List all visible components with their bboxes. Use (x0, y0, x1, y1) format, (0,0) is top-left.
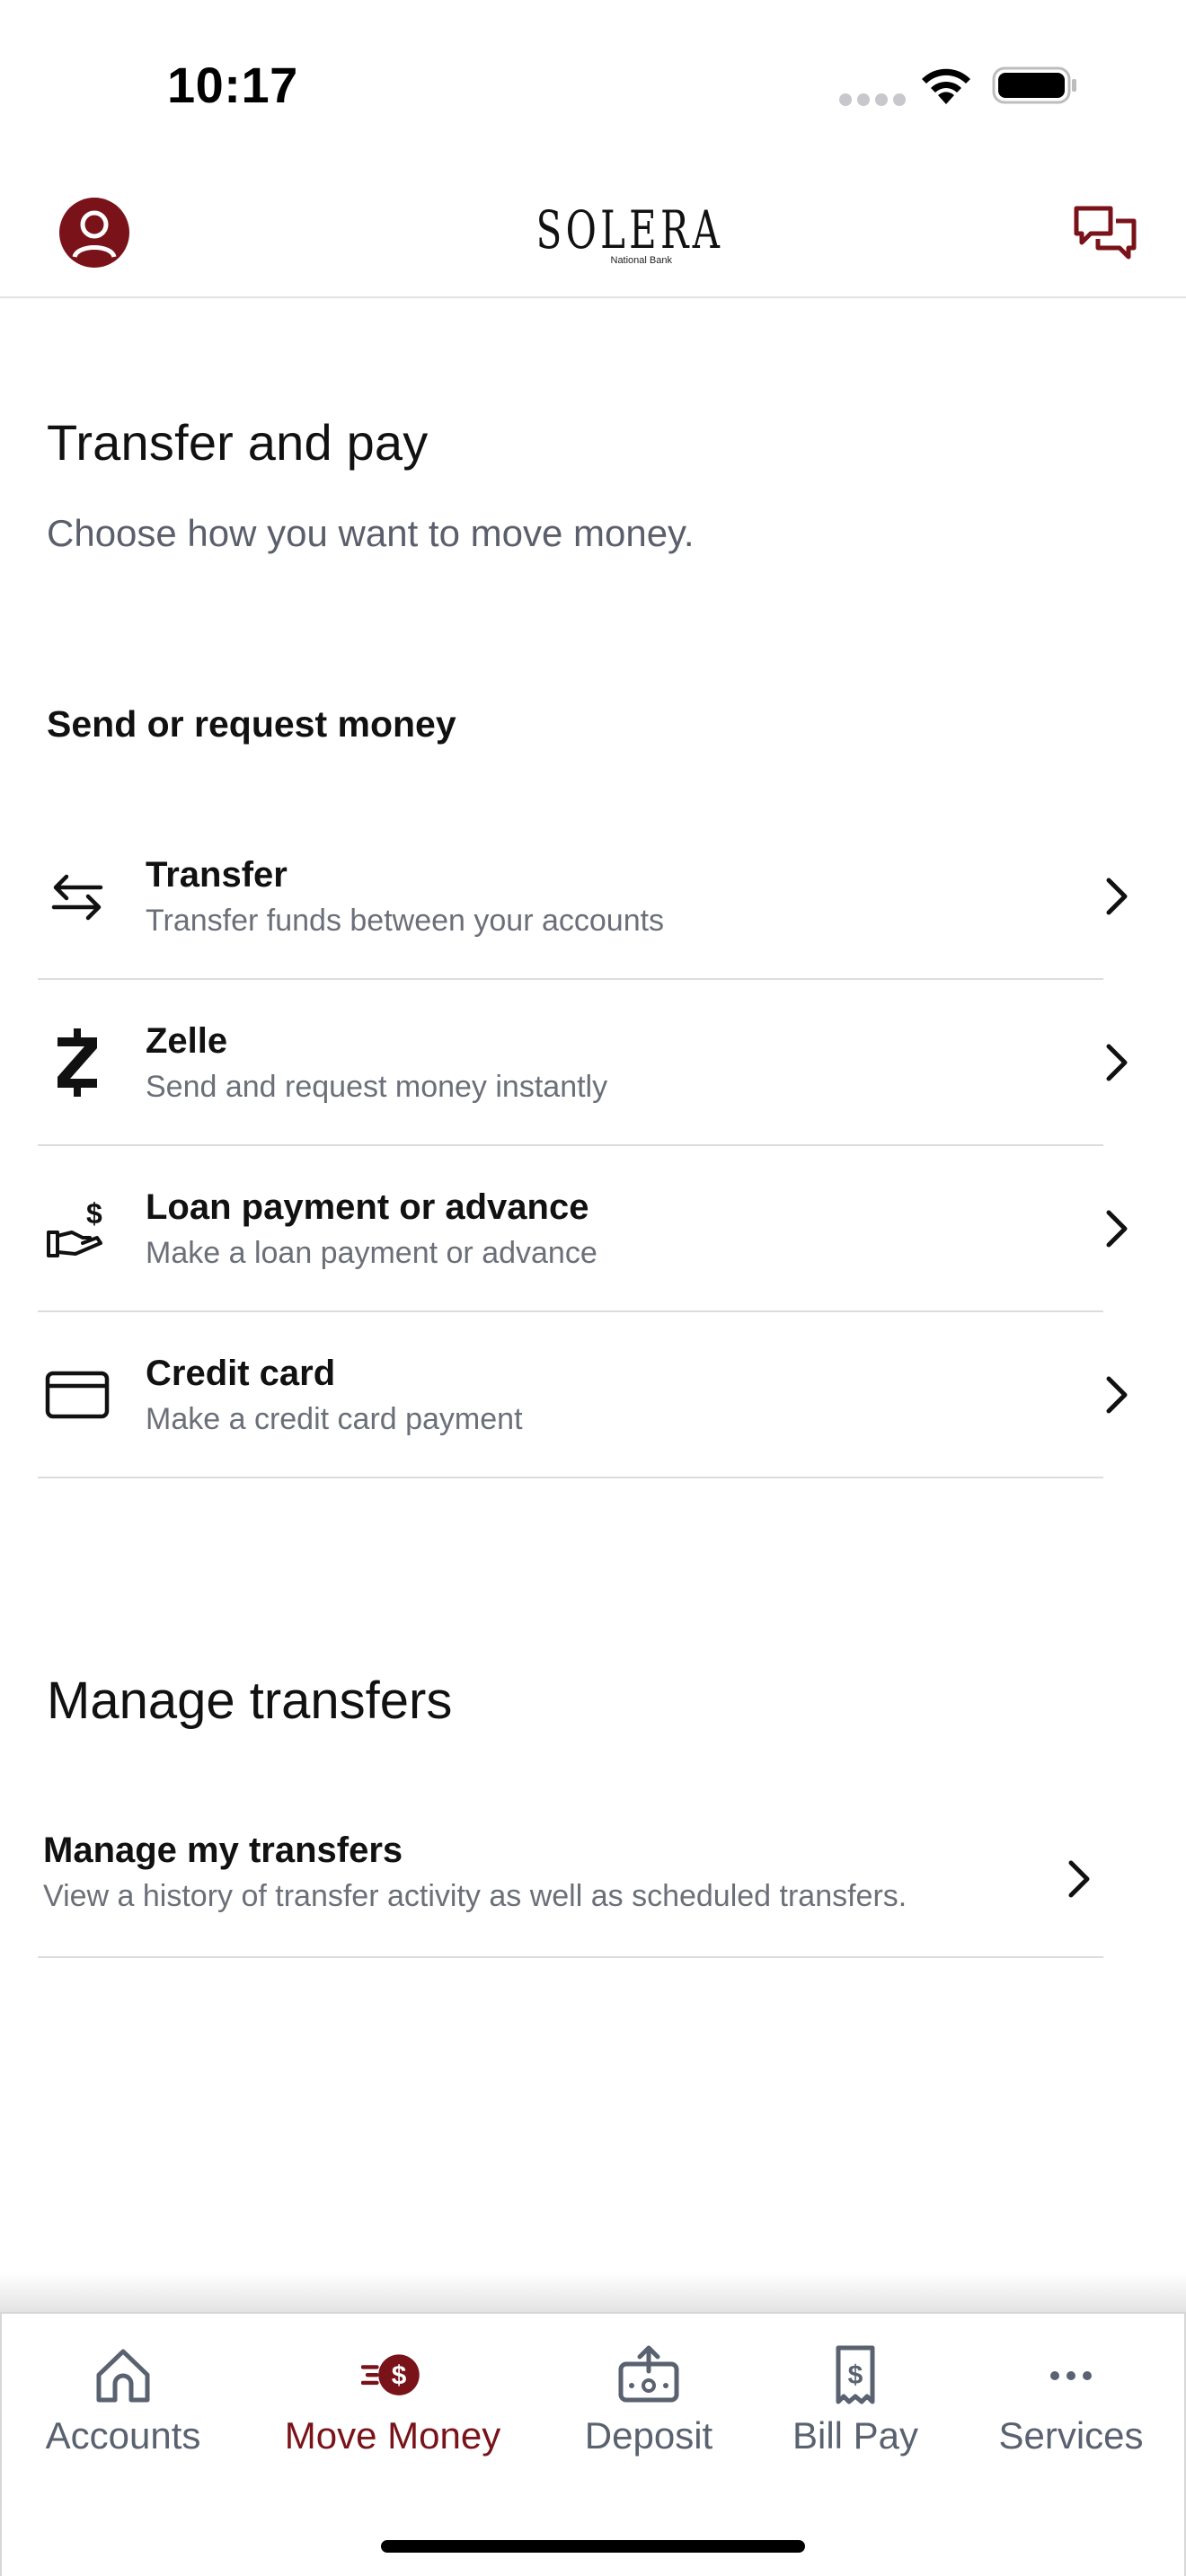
status-time: 10:17 (167, 57, 298, 113)
list-item-description: Make a loan payment or advance (146, 1236, 597, 1270)
hand-dollar-icon: $ (41, 1193, 113, 1265)
list-item-description: Make a credit card payment (146, 1402, 523, 1436)
send-options-list: Transfer Transfer funds between your acc… (38, 814, 1148, 1478)
status-bar: 10:17 (0, 0, 1186, 171)
chevron-right-icon (1106, 1044, 1128, 1081)
svg-text:$: $ (86, 1197, 102, 1230)
list-item-description: View a history of transfer activity as w… (43, 1879, 907, 1913)
logo-subtext: National Bank (610, 255, 673, 266)
tab-deposit[interactable]: Deposit (554, 2344, 743, 2470)
page-title: Transfer and pay (47, 414, 429, 471)
cellular-signal-icon (839, 93, 906, 106)
tab-label: Accounts (45, 2414, 201, 2457)
section-title-send: Send or request money (47, 703, 456, 745)
chevron-right-icon (1068, 1860, 1090, 1898)
app-header: SOLERA National Bank (0, 171, 1186, 298)
tab-accounts[interactable]: Accounts (29, 2344, 217, 2470)
tab-services[interactable]: Services (977, 2344, 1165, 2470)
list-item-credit-card[interactable]: Credit card Make a credit card payment (38, 1312, 1128, 1478)
tab-label: Services (998, 2414, 1144, 2457)
svg-text:$: $ (848, 2360, 863, 2390)
zelle-icon (41, 1027, 113, 1098)
bill-icon: $ (836, 2345, 875, 2404)
tab-move-money[interactable]: $ Move Money (271, 2344, 514, 2470)
tab-bar: Accounts $ Move Money Deposit $ Bill Pay (0, 2312, 1186, 2576)
wifi-icon (922, 68, 970, 104)
section-title-manage: Manage transfers (47, 1672, 453, 1730)
arrows-swap-icon (41, 860, 113, 932)
chat-bubbles-icon (1074, 206, 1137, 260)
deposit-icon (618, 2345, 679, 2403)
list-item-label: Manage my transfers (43, 1831, 403, 1870)
credit-card-icon (41, 1359, 113, 1431)
chevron-right-icon (1106, 878, 1128, 915)
list-item-loan-payment[interactable]: $ Loan payment or advance Make a loan pa… (38, 1146, 1128, 1312)
list-item-label: Loan payment or advance (146, 1187, 589, 1227)
list-item-description: Transfer funds between your accounts (146, 904, 665, 938)
move-money-icon: $ (361, 2354, 420, 2395)
tab-bill-pay[interactable]: $ Bill Pay (770, 2344, 941, 2470)
bank-logo: SOLERA National Bank (514, 199, 724, 266)
list-item-label: Credit card (146, 1354, 336, 1393)
list-item-transfer[interactable]: Transfer Transfer funds between your acc… (38, 814, 1128, 980)
list-item-label: Transfer (146, 855, 288, 895)
tab-label: Deposit (584, 2414, 713, 2457)
tab-label: Bill Pay (792, 2414, 919, 2457)
chevron-right-icon (1106, 1210, 1128, 1248)
tab-label: Move Money (284, 2414, 501, 2457)
list-item-description: Send and request money instantly (146, 1070, 608, 1104)
list-item-label: Zelle (146, 1021, 228, 1061)
battery-icon (992, 66, 1076, 104)
home-icon (96, 2349, 150, 2403)
page-subtitle: Choose how you want to move money. (47, 512, 695, 554)
tab-bar-shadow (0, 2272, 1186, 2316)
user-circle-icon (72, 210, 117, 259)
profile-button[interactable] (59, 198, 129, 268)
list-item-zelle[interactable]: Zelle Send and request money instantly (38, 980, 1128, 1146)
chat-button[interactable] (1069, 198, 1141, 269)
chevron-right-icon (1106, 1376, 1128, 1414)
logo-wordmark: SOLERA (535, 199, 724, 260)
home-indicator[interactable] (381, 2540, 805, 2553)
more-dots-icon (1050, 2371, 1092, 2380)
svg-text:$: $ (392, 2361, 407, 2391)
list-item-manage-transfers[interactable]: Manage my transfers View a history of tr… (38, 1804, 1103, 1958)
